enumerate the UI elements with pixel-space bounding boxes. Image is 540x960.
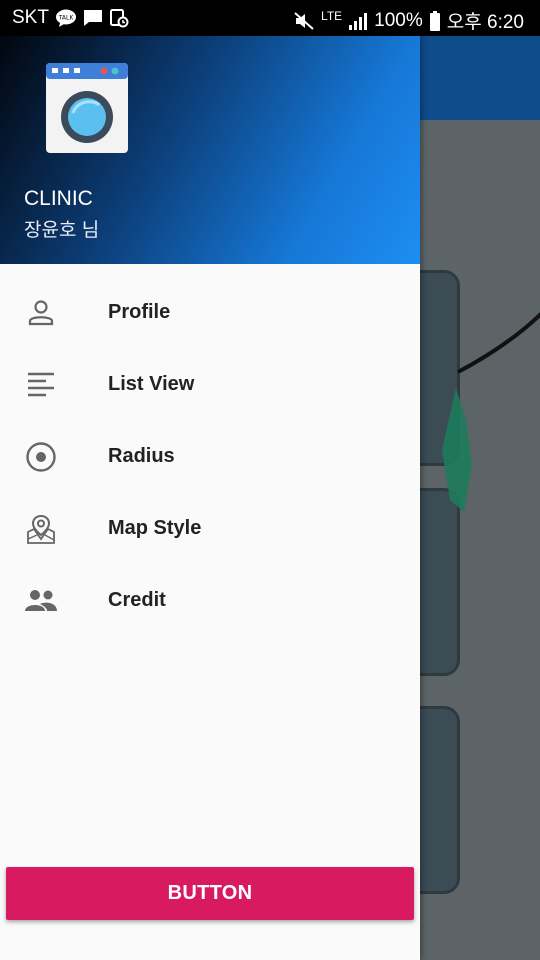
washing-machine-icon xyxy=(46,63,128,153)
person-icon xyxy=(24,296,58,330)
kakaotalk-icon: TALK xyxy=(55,9,77,27)
clock: 오후 6:20 xyxy=(446,12,524,33)
menu-item-label: Radius xyxy=(108,445,175,467)
menu-item-label: Map Style xyxy=(108,517,202,539)
menu-item-label: Profile xyxy=(108,301,171,323)
network-label: LTE xyxy=(321,8,343,23)
radio-target-icon xyxy=(24,440,58,474)
battery-percent: 100% xyxy=(374,9,423,31)
drawer-title: CLINIC xyxy=(24,187,93,210)
screenshot-icon xyxy=(109,8,129,28)
map-pin-icon xyxy=(24,512,58,546)
primary-button[interactable]: BUTTON xyxy=(6,867,414,920)
menu-item-profile[interactable]: Profile xyxy=(0,276,420,348)
map-route-line xyxy=(442,312,540,512)
user-name: 장윤호 님 xyxy=(24,220,100,241)
svg-text:TALK: TALK xyxy=(58,15,75,22)
drawer-header: CLINIC 장윤호 님 xyxy=(0,36,420,264)
menu-item-label: Credit xyxy=(108,589,166,611)
menu-item-radius[interactable]: Radius xyxy=(0,420,420,492)
drawer-menu: Profile List View Radius Map Style Credi… xyxy=(0,276,420,636)
carrier-label: SKT xyxy=(12,7,49,28)
status-bar: SKT TALK LTE 100% 오후 6:20 xyxy=(0,0,540,36)
mute-icon xyxy=(293,11,315,31)
navigation-drawer: CLINIC 장윤호 님 Profile List View Radius Ma… xyxy=(0,36,420,960)
list-icon xyxy=(24,368,58,402)
message-icon xyxy=(83,9,103,27)
people-icon xyxy=(24,584,58,618)
battery-icon xyxy=(429,10,441,31)
menu-item-map-style[interactable]: Map Style xyxy=(0,492,420,564)
signal-icon xyxy=(348,12,368,30)
menu-item-list-view[interactable]: List View xyxy=(0,348,420,420)
app-bar xyxy=(420,36,540,120)
menu-item-label: List View xyxy=(108,373,195,395)
menu-item-credit[interactable]: Credit xyxy=(0,564,420,636)
